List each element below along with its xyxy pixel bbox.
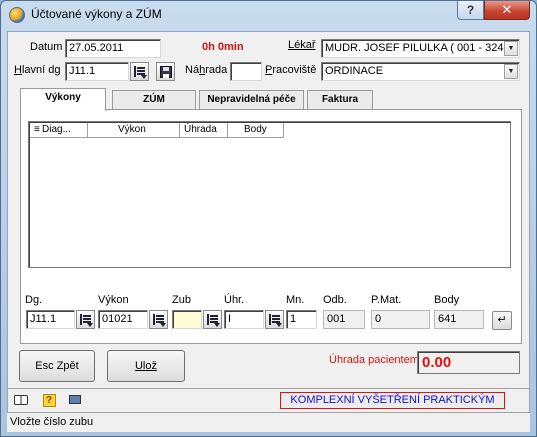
- grid-header: ≡ Diag... Výkon Úhrada Body: [30, 123, 284, 138]
- save-button[interactable]: Ulož: [107, 350, 185, 382]
- column-header-body[interactable]: Body: [228, 123, 284, 138]
- zub-field[interactable]: [172, 310, 202, 329]
- chevron-down-icon[interactable]: ▼: [504, 41, 518, 56]
- column-header-uhrada[interactable]: Úhrada: [180, 123, 228, 138]
- status-bar: Vložte číslo zubu: [7, 412, 530, 432]
- body-field: 641: [434, 310, 484, 329]
- patient-payment-value: 0.00: [417, 351, 520, 374]
- procedure-name: KOMPLEXNÍ VYŠETŘENÍ PRAKTICKÝM: [280, 392, 505, 409]
- footer-divider: [8, 388, 529, 389]
- date-label: Datum: [30, 41, 63, 53]
- help-icon[interactable]: ?: [40, 392, 58, 408]
- zub-label: Zub: [172, 294, 191, 306]
- zub-picker-button[interactable]: [203, 310, 222, 329]
- doctor-label: Lékař: [288, 39, 316, 51]
- enter-icon: ↵: [497, 314, 507, 326]
- list-icon: [134, 66, 147, 79]
- list-icon: [269, 314, 282, 327]
- uhr-label: Úhr.: [224, 294, 245, 306]
- diagnosis-picker-button[interactable]: [130, 62, 149, 81]
- title-bar: Účtované výkony a ZÚM ? ✕: [1, 1, 536, 31]
- back-button[interactable]: Esc Zpět: [19, 350, 95, 382]
- tab-nepravidelna-pece[interactable]: Nepravidelná péče: [199, 90, 304, 110]
- computer-icon[interactable]: [66, 392, 84, 408]
- time-spent: 0h 0min: [202, 41, 244, 53]
- list-icon: [80, 314, 93, 327]
- uhr-picker-button[interactable]: [265, 310, 284, 329]
- tab-faktura[interactable]: Faktura: [307, 90, 373, 110]
- replacement-field[interactable]: [230, 62, 262, 81]
- tab-vykony[interactable]: Výkony: [20, 88, 106, 111]
- chevron-down-icon[interactable]: ▼: [504, 64, 518, 79]
- dg-field[interactable]: J11.1: [26, 310, 75, 329]
- dg-picker-button[interactable]: [76, 310, 95, 329]
- column-header-vykon[interactable]: Výkon: [88, 123, 180, 138]
- mn-label: Mn.: [286, 294, 305, 306]
- pmat-label: P.Mat.: [371, 294, 402, 306]
- tab-panel: ≡ Diag... Výkon Úhrada Body Dg. Výkon Zub…: [20, 109, 522, 344]
- window-title: Účtované výkony a ZÚM: [31, 7, 162, 21]
- doctor-select[interactable]: MUDR. JOSEF PILULKA ( 001 - 3242 ▼: [321, 39, 520, 58]
- floppy-icon: [159, 65, 172, 78]
- save-diagnosis-button[interactable]: [156, 62, 175, 81]
- app-window: Účtované výkony a ZÚM ? ✕ Datum 27.05.20…: [0, 0, 537, 437]
- diagnosis-field[interactable]: J11.1: [65, 62, 129, 81]
- vykon-label: Výkon: [98, 294, 129, 306]
- book-icon[interactable]: [12, 392, 30, 408]
- body-label: Body: [434, 294, 460, 306]
- mn-field[interactable]: 1: [286, 310, 317, 329]
- tab-zum[interactable]: ZÚM: [112, 90, 196, 110]
- uhr-field[interactable]: I: [224, 310, 264, 329]
- workplace-label: Pracoviště: [265, 64, 317, 76]
- vykon-picker-button[interactable]: [149, 310, 168, 329]
- sort-icon: ≡: [34, 124, 40, 135]
- diagnosis-label: Hlavní dg: [14, 64, 61, 76]
- list-icon: [153, 314, 166, 327]
- date-field[interactable]: 27.05.2011: [65, 39, 161, 58]
- dialog-body: Datum 27.05.2011 0h 0min Lékař MUDR. JOS…: [7, 31, 530, 432]
- dg-label: Dg.: [25, 294, 43, 306]
- app-icon: [9, 7, 25, 23]
- column-header-diag[interactable]: ≡ Diag...: [30, 123, 88, 138]
- pmat-field: 0: [371, 310, 430, 329]
- odb-label: Odb.: [323, 294, 347, 306]
- vykon-field[interactable]: 01021: [98, 310, 148, 329]
- list-icon: [207, 314, 220, 327]
- odb-field: 001: [323, 310, 365, 329]
- patient-payment-label: Úhrada pacientem: [329, 354, 419, 366]
- replacement-label: Náhrada: [185, 64, 228, 76]
- doctor-value: MUDR. JOSEF PILULKA ( 001 - 3242: [325, 42, 510, 54]
- help-button[interactable]: ?: [457, 1, 484, 20]
- services-grid[interactable]: ≡ Diag... Výkon Úhrada Body: [28, 121, 511, 268]
- enter-button[interactable]: ↵: [492, 311, 512, 330]
- workplace-value: ORDINACE: [325, 65, 384, 77]
- close-button[interactable]: ✕: [484, 1, 530, 20]
- workplace-select[interactable]: ORDINACE ▼: [321, 62, 520, 81]
